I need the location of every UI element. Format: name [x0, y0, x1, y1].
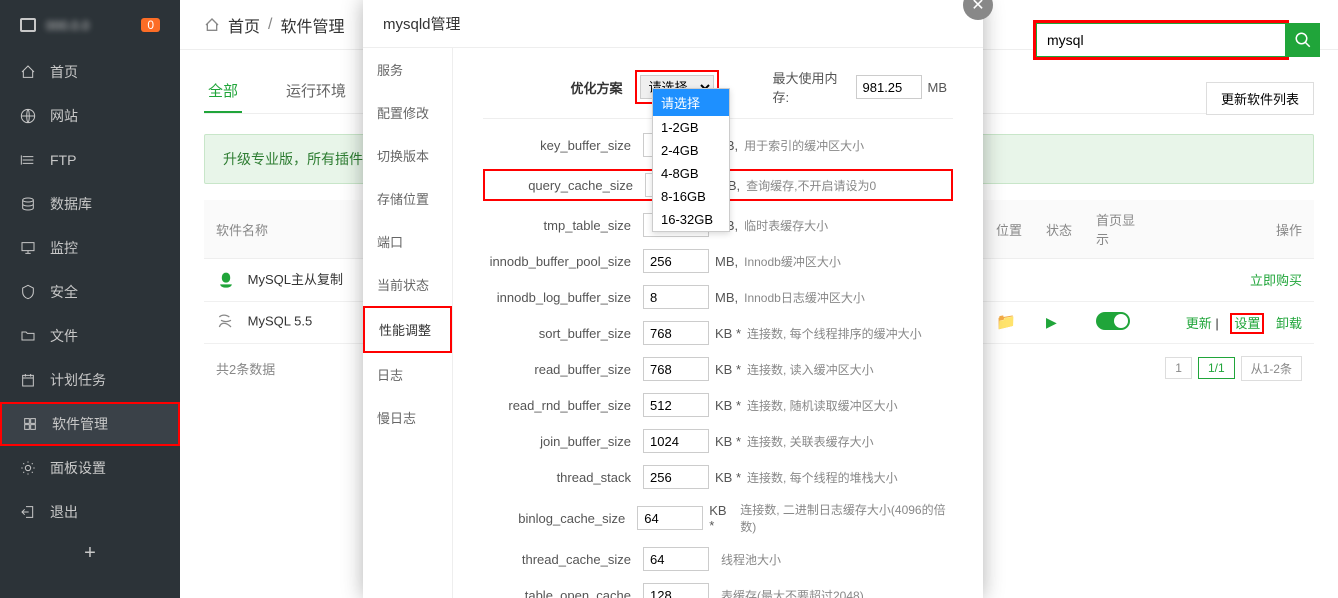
modal-tab-3[interactable]: 存储位置	[363, 177, 452, 220]
modal-tab-2[interactable]: 切换版本	[363, 134, 452, 177]
param-input-thread_stack[interactable]	[643, 465, 709, 489]
param-label: join_buffer_size	[483, 434, 643, 449]
max-mem-unit: MB	[928, 80, 948, 95]
param-input-innodb_log_buffer_size[interactable]	[643, 285, 709, 309]
search-icon	[1294, 31, 1312, 49]
max-mem-input[interactable]	[856, 75, 922, 99]
param-input-join_buffer_size[interactable]	[643, 429, 709, 453]
search-wrap	[1033, 20, 1320, 60]
param-label: thread_stack	[483, 470, 643, 485]
modal-tab-4[interactable]: 端口	[363, 220, 452, 263]
max-mem-label: 最大使用内存:	[773, 68, 850, 106]
param-label: innodb_log_buffer_size	[483, 290, 643, 305]
param-label: read_buffer_size	[483, 362, 643, 377]
param-label: thread_cache_size	[483, 552, 643, 567]
param-input-table_open_cache[interactable]	[643, 583, 709, 598]
dropdown-option[interactable]: 1-2GB	[653, 116, 729, 139]
param-input-thread_cache_size[interactable]	[643, 547, 709, 571]
param-label: read_rnd_buffer_size	[483, 398, 643, 413]
param-input-read_rnd_buffer_size[interactable]	[643, 393, 709, 417]
modal-tab-6[interactable]: 性能调整	[363, 306, 452, 353]
param-label: key_buffer_size	[483, 138, 643, 153]
param-row-thread_cache_size: thread_cache_size 线程池大小	[483, 547, 953, 571]
opt-scheme-dropdown: 请选择1-2GB2-4GB4-8GB8-16GB16-32GB	[652, 88, 730, 232]
opt-scheme-label: 优化方案	[483, 78, 635, 97]
mysqld-modal: ✕ mysqld管理 服务配置修改切换版本存储位置端口当前状态性能调整日志慢日志…	[363, 0, 983, 598]
param-row-table_open_cache: table_open_cache 表缓存(最大不要超过2048)	[483, 583, 953, 598]
param-row-read_buffer_size: read_buffer_size KB * 连接数, 读入缓冲区大小	[483, 357, 953, 381]
param-row-binlog_cache_size: binlog_cache_size KB * 连接数, 二进制日志缓存大小(40…	[483, 501, 953, 535]
modal-tab-1[interactable]: 配置修改	[363, 91, 452, 134]
modal-tab-7[interactable]: 日志	[363, 353, 452, 396]
modal-content: 优化方案 请选择 最大使用内存: MB key_buffer_size MB, …	[453, 48, 983, 598]
search-button[interactable]	[1286, 23, 1320, 57]
param-label: table_open_cache	[483, 588, 643, 598]
param-row-thread_stack: thread_stack KB * 连接数, 每个线程的堆栈大小	[483, 465, 953, 489]
dropdown-option[interactable]: 4-8GB	[653, 162, 729, 185]
modal-title: mysqld管理	[363, 0, 983, 48]
dropdown-option[interactable]: 16-32GB	[653, 208, 729, 231]
search-input[interactable]	[1036, 23, 1286, 57]
param-row-sort_buffer_size: sort_buffer_size KB * 连接数, 每个线程排序的缓冲大小	[483, 321, 953, 345]
param-row-innodb_log_buffer_size: innodb_log_buffer_size MB, Innodb日志缓冲区大小	[483, 285, 953, 309]
modal-tab-5[interactable]: 当前状态	[363, 263, 452, 306]
param-row-join_buffer_size: join_buffer_size KB * 连接数, 关联表缓存大小	[483, 429, 953, 453]
modal-tab-8[interactable]: 慢日志	[363, 396, 452, 439]
dropdown-option[interactable]: 2-4GB	[653, 139, 729, 162]
modal-sidebar: 服务配置修改切换版本存储位置端口当前状态性能调整日志慢日志	[363, 48, 453, 598]
param-input-innodb_buffer_pool_size[interactable]	[643, 249, 709, 273]
param-label: tmp_table_size	[483, 218, 643, 233]
param-label: binlog_cache_size	[483, 511, 637, 526]
param-input-read_buffer_size[interactable]	[643, 357, 709, 381]
param-row-read_rnd_buffer_size: read_rnd_buffer_size KB * 连接数, 随机读取缓冲区大小	[483, 393, 953, 417]
param-row-innodb_buffer_pool_size: innodb_buffer_pool_size MB, Innodb缓冲区大小	[483, 249, 953, 273]
param-label: sort_buffer_size	[483, 326, 643, 341]
dropdown-option[interactable]: 8-16GB	[653, 185, 729, 208]
param-label: query_cache_size	[485, 178, 645, 193]
param-input-sort_buffer_size[interactable]	[643, 321, 709, 345]
param-input-binlog_cache_size[interactable]	[637, 506, 703, 530]
modal-tab-0[interactable]: 服务	[363, 48, 452, 91]
dropdown-option[interactable]: 请选择	[653, 89, 729, 116]
param-label: innodb_buffer_pool_size	[483, 254, 643, 269]
